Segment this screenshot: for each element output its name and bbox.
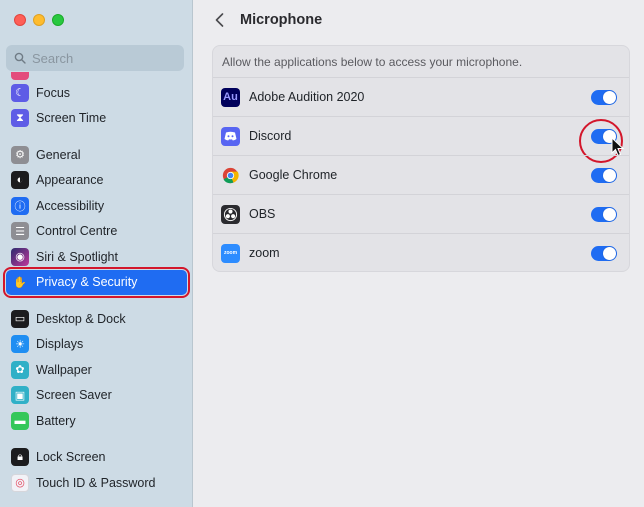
discord-icon bbox=[221, 126, 240, 146]
main-panel: Microphone Allow the applications below … bbox=[194, 0, 644, 507]
sidebar-item-displays[interactable]: ☀ Displays bbox=[6, 332, 187, 358]
sidebar-nav: ☾ Focus ⧗ Screen Time ⚙ General ◐ Appear… bbox=[0, 72, 193, 507]
sidebar-item-siri-spotlight[interactable]: ◉ Siri & Spotlight bbox=[6, 244, 187, 270]
sidebar-item-label: Siri & Spotlight bbox=[36, 249, 118, 264]
sidebar-item-label: Touch ID & Password bbox=[36, 475, 156, 490]
app-name: OBS bbox=[249, 207, 276, 221]
page-title: Microphone bbox=[240, 12, 323, 28]
sidebar-item-label: General bbox=[36, 147, 81, 162]
microphone-toggle-google-chrome[interactable] bbox=[591, 167, 617, 183]
obs-icon bbox=[221, 204, 240, 224]
sidebar-item-desktop-dock[interactable]: ▭ Desktop & Dock bbox=[6, 306, 187, 332]
battery-icon: ▬ bbox=[11, 411, 29, 430]
back-button[interactable] bbox=[212, 10, 226, 30]
sidebar-item-label: Wallpaper bbox=[36, 362, 92, 377]
app-name: Adobe Audition 2020 bbox=[249, 90, 365, 104]
sidebar-item-label: Focus bbox=[36, 85, 71, 100]
chevron-left-icon bbox=[215, 13, 223, 27]
sidebar-item-battery[interactable]: ▬ Battery bbox=[6, 408, 187, 434]
close-window-button[interactable] bbox=[14, 14, 26, 26]
header: Microphone bbox=[212, 10, 322, 30]
window-controls bbox=[14, 14, 64, 26]
screen-saver-icon: ▣ bbox=[11, 386, 29, 405]
wallpaper-icon: ✿ bbox=[11, 360, 29, 379]
sidebar-item-privacy-security[interactable]: ✋ Privacy & Security bbox=[3, 266, 190, 298]
sidebar-item-label: Privacy & Security bbox=[36, 275, 138, 290]
sidebar: ☾ Focus ⧗ Screen Time ⚙ General ◐ Appear… bbox=[0, 0, 193, 507]
sidebar-item-screen-time[interactable]: ⧗ Screen Time bbox=[6, 106, 187, 132]
search-icon bbox=[14, 52, 26, 64]
minimize-window-button[interactable] bbox=[33, 14, 45, 26]
app-name: Discord bbox=[249, 129, 292, 143]
zoom-icon: zoom bbox=[221, 243, 240, 263]
app-row-google-chrome: Google Chrome bbox=[213, 155, 629, 194]
sun-icon: ☀ bbox=[11, 335, 29, 354]
sidebar-item-wallpaper[interactable]: ✿ Wallpaper bbox=[6, 357, 187, 383]
fingerprint-icon: ◎ bbox=[11, 473, 29, 492]
search-field[interactable] bbox=[6, 45, 184, 71]
sidebar-item-label: Displays bbox=[36, 337, 84, 352]
app-permissions-list: Allow the applications below to access y… bbox=[212, 45, 630, 272]
sidebar-item-label: Control Centre bbox=[36, 224, 118, 239]
search-input[interactable] bbox=[32, 50, 172, 66]
microphone-toggle-adobe-audition[interactable] bbox=[591, 89, 617, 105]
adobe-audition-icon: Au bbox=[221, 87, 240, 107]
app-row-discord: Discord bbox=[213, 116, 629, 163]
sidebar-item-screen-saver[interactable]: ▣ Screen Saver bbox=[6, 383, 187, 409]
sidebar-item-label: Appearance bbox=[36, 173, 104, 188]
sidebar-item-label: Battery bbox=[36, 413, 76, 428]
sidebar-item-appearance[interactable]: ◐ Appearance bbox=[6, 168, 187, 194]
sidebar-item-general[interactable]: ⚙ General bbox=[6, 142, 187, 168]
sidebar-item-lock-screen[interactable]: 🔒︎ Lock Screen bbox=[6, 445, 187, 471]
sidebar-item-label: Lock Screen bbox=[36, 450, 106, 465]
control-centre-icon: ☰ bbox=[11, 222, 29, 241]
maximize-window-button[interactable] bbox=[52, 14, 64, 26]
appearance-icon: ◐ bbox=[11, 171, 29, 190]
siri-icon: ◉ bbox=[11, 247, 29, 266]
sidebar-item-touch-id[interactable]: ◎ Touch ID & Password bbox=[6, 470, 187, 496]
mouse-cursor-icon bbox=[611, 137, 625, 157]
moon-icon: ☾ bbox=[11, 83, 29, 102]
hand-icon: ✋ bbox=[11, 273, 29, 292]
microphone-toggle-zoom[interactable] bbox=[591, 245, 617, 261]
hourglass-icon: ⧗ bbox=[11, 109, 29, 128]
sidebar-item-focus[interactable]: ☾ Focus bbox=[6, 80, 187, 106]
app-name: Google Chrome bbox=[249, 168, 338, 182]
sidebar-item-label: Accessibility bbox=[36, 198, 105, 213]
chrome-icon bbox=[221, 166, 240, 185]
app-row-obs: OBS bbox=[213, 194, 629, 233]
sidebar-item-label: Screen Time bbox=[36, 111, 107, 126]
sidebar-item-control-centre[interactable]: ☰ Control Centre bbox=[6, 219, 187, 245]
lock-icon: 🔒︎ bbox=[11, 448, 29, 467]
permission-description: Allow the applications below to access y… bbox=[222, 54, 523, 69]
sidebar-item-accessibility[interactable]: ⓘ Accessibility bbox=[6, 193, 187, 219]
gear-icon: ⚙ bbox=[11, 145, 29, 164]
dock-icon: ▭ bbox=[11, 309, 29, 328]
app-name: zoom bbox=[249, 246, 280, 260]
microphone-toggle-obs[interactable] bbox=[591, 206, 617, 222]
accessibility-icon: ⓘ bbox=[11, 196, 29, 215]
sidebar-item-partial bbox=[0, 72, 193, 80]
sidebar-item-label: Desktop & Dock bbox=[36, 311, 126, 326]
app-row-zoom: zoom zoom bbox=[213, 233, 629, 272]
app-row-adobe-audition: Au Adobe Audition 2020 bbox=[213, 77, 629, 116]
sidebar-item-label: Screen Saver bbox=[36, 388, 112, 403]
